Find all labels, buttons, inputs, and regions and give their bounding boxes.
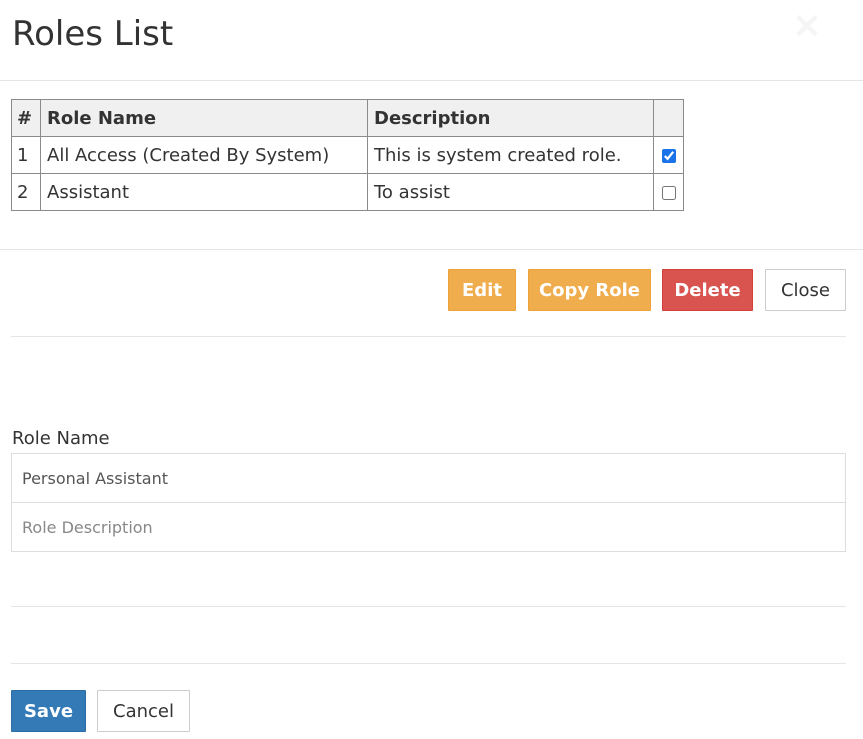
copy-role-button[interactable]: Copy Role <box>528 269 651 311</box>
cancel-button[interactable]: Cancel <box>97 690 190 732</box>
column-header-role-name: Role Name <box>40 99 368 137</box>
divider <box>11 606 846 607</box>
divider <box>0 249 863 250</box>
divider <box>11 663 846 664</box>
divider <box>11 336 846 337</box>
row-description: This is system created role. <box>367 136 654 174</box>
row-select-checkbox[interactable] <box>661 185 676 200</box>
modal-header: Roles List ✕ <box>0 0 863 81</box>
role-description-input[interactable] <box>11 502 846 552</box>
column-header-description: Description <box>367 99 654 137</box>
close-button[interactable]: Close <box>765 269 846 311</box>
table-row[interactable]: 2 Assistant To assist <box>11 173 684 211</box>
column-header-number: # <box>11 99 41 137</box>
row-select-checkbox[interactable] <box>661 148 676 163</box>
role-name-input[interactable] <box>11 453 846 503</box>
save-button[interactable]: Save <box>11 690 86 732</box>
row-description: To assist <box>367 173 654 211</box>
row-role-name: All Access (Created By System) <box>40 136 368 174</box>
close-icon[interactable]: ✕ <box>790 10 824 44</box>
roles-list-modal: Roles List ✕ # Role Name Description 1 A… <box>0 0 863 739</box>
table-header-row: # Role Name Description <box>11 99 684 137</box>
column-header-select <box>653 99 684 137</box>
role-name-label: Role Name <box>12 428 110 449</box>
row-role-name: Assistant <box>40 173 368 211</box>
edit-button[interactable]: Edit <box>448 269 516 311</box>
row-number: 1 <box>11 136 41 174</box>
delete-button[interactable]: Delete <box>662 269 753 311</box>
modal-title: Roles List <box>12 14 174 54</box>
row-number: 2 <box>11 173 41 211</box>
table-row[interactable]: 1 All Access (Created By System) This is… <box>11 136 684 174</box>
roles-table: # Role Name Description 1 All Access (Cr… <box>11 99 684 211</box>
